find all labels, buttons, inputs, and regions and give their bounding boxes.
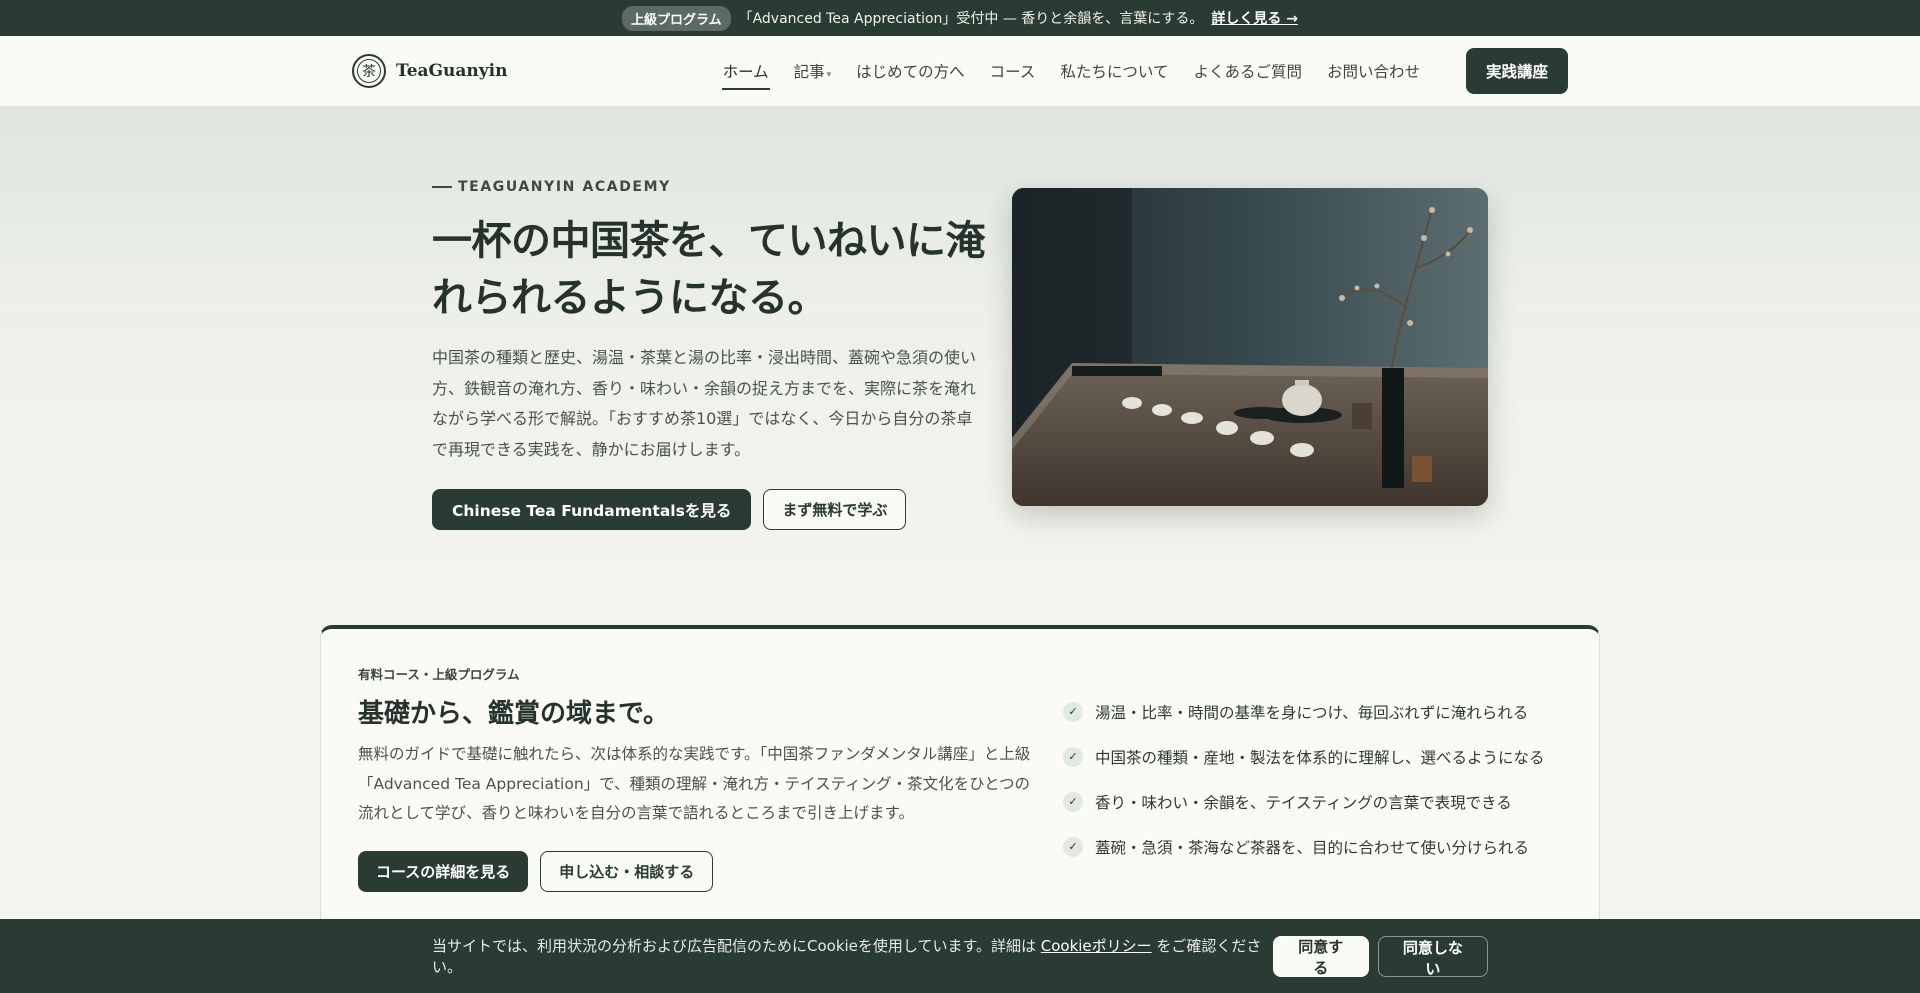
check-icon: ✓	[1063, 791, 1083, 812]
course-details-button[interactable]: コースの詳細を見る	[358, 850, 529, 892]
announcement-link[interactable]: 詳しく見る →	[1211, 8, 1298, 28]
check-icon: ✓	[1063, 746, 1083, 767]
free-learn-button[interactable]: まず無料で学ぶ	[763, 489, 907, 530]
nav-item-faq[interactable]: よくあるご質問	[1192, 54, 1303, 88]
cookie-banner: 当サイトでは、利用状況の分析および広告配信のためにCookieを使用しています。…	[0, 919, 1920, 993]
feature-text: 蓋碗・急須・茶海など茶器を、目的に合わせて使い分けられる	[1095, 838, 1530, 857]
hero-title: 一杯の中国茶を、ていねいに淹れられるようになる。	[432, 218, 986, 321]
list-item: ✓ 中国茶の種類・産地・製法を体系的に理解し、選べるようになる	[1063, 734, 1545, 779]
cookie-actions: 同意する 同意しない	[1272, 935, 1488, 978]
cookie-accept-button[interactable]: 同意する	[1272, 935, 1369, 977]
hero-eyebrow-text: TEAGUANYIN ACADEMY	[458, 179, 671, 195]
nav-item-articles-label: 記事	[793, 63, 825, 81]
nav-item-contact[interactable]: お問い合わせ	[1326, 54, 1421, 88]
course-feature-list: ✓ 湯温・比率・時間の基準を身につけ、毎回ぶれずに淹れられる ✓ 中国茶の種類・産地…	[1063, 689, 1545, 869]
feature-text: 中国茶の種類・産地・製法を体系的に理解し、選べるようになる	[1095, 748, 1545, 767]
announcement-text: 「Advanced Tea Appreciation」受付中 — 香りと余韻を、…	[738, 11, 1204, 27]
site-logo[interactable]: 茶 TeaGuanyin	[352, 54, 507, 88]
main-nav: ホーム 記事 ▾ はじめての方へ コース 私たちについて よくあるご質問 お問い合…	[721, 48, 1568, 94]
eyebrow-dash	[432, 186, 452, 188]
feature-text: 湯温・比率・時間の基準を身につけ、毎回ぶれずに淹れられる	[1095, 703, 1529, 722]
check-icon: ✓	[1063, 836, 1083, 857]
list-item: ✓ 香り・味わい・余韻を、テイスティングの言葉で表現できる	[1063, 779, 1545, 824]
fundamentals-button[interactable]: Chinese Tea Fundamentalsを見る	[432, 489, 752, 530]
cookie-decline-button[interactable]: 同意しない	[1377, 935, 1488, 978]
site-header: 茶 TeaGuanyin ホーム 記事 ▾ はじめての方へ コース 私たちについて…	[0, 36, 1920, 107]
hero-eyebrow: TEAGUANYIN ACADEMY	[432, 179, 992, 195]
nav-item-courses[interactable]: コース	[989, 54, 1037, 88]
practice-course-button[interactable]: 実践講座	[1465, 48, 1568, 94]
hero-description: 中国茶の種類と歴史、湯温・茶葉と湯の比率・浸出時間、蓋碗や急須の使い方、鉄観音の…	[432, 348, 977, 459]
announcement-bar: 上級プログラム 「Advanced Tea Appreciation」受付中 —…	[0, 0, 1920, 36]
nav-item-home[interactable]: ホーム	[721, 54, 770, 90]
hero-content: TEAGUANYIN ACADEMY 一杯の中国茶を、ていねいに淹れられるように…	[432, 179, 992, 530]
chevron-down-icon: ▾	[826, 70, 832, 80]
list-item: ✓ 湯温・比率・時間の基準を身につけ、毎回ぶれずに淹れられる	[1063, 689, 1545, 734]
course-eyebrow: 有料コース・上級プログラム	[358, 667, 520, 682]
tea-table-photo-icon	[1012, 188, 1488, 506]
feature-text: 香り・味わい・余韻を、テイスティングの言葉で表現できる	[1095, 793, 1512, 812]
apply-consult-button[interactable]: 申し込む・相談する	[540, 850, 714, 892]
list-item: ✓ 蓋碗・急須・茶海など茶器を、目的に合わせて使い分けられる	[1063, 824, 1545, 869]
nav-item-beginners[interactable]: はじめての方へ	[855, 54, 966, 88]
course-description: 無料のガイドで基礎に触れたら、次は体系的な実践です。「中国茶ファンダメンタル講座…	[358, 745, 1031, 822]
cookie-text: 当サイトでは、利用状況の分析および広告配信のためにCookieを使用しています。…	[432, 935, 1273, 977]
hero-actions: Chinese Tea Fundamentalsを見る まず無料で学ぶ	[432, 489, 992, 530]
cookie-policy-link[interactable]: Cookieポリシー	[1041, 937, 1152, 955]
nav-item-about[interactable]: 私たちについて	[1059, 54, 1169, 88]
course-card: 有料コース・上級プログラム 基礎から、鑑賞の域まで。 無料のガイドで基礎に触れた…	[320, 625, 1600, 955]
logo-text: TeaGuanyin	[396, 61, 508, 81]
check-icon: ✓	[1063, 701, 1083, 722]
cookie-text-before: 当サイトでは、利用状況の分析および広告配信のためにCookieを使用しています。…	[432, 937, 1041, 955]
hero-image	[1012, 188, 1488, 506]
tea-logo-icon: 茶	[352, 54, 386, 88]
hero-section: TEAGUANYIN ACADEMY 一杯の中国茶を、ていねいに淹れられるように…	[0, 107, 1920, 627]
announcement-badge: 上級プログラム	[621, 5, 731, 31]
nav-item-articles[interactable]: 記事 ▾	[793, 54, 833, 88]
